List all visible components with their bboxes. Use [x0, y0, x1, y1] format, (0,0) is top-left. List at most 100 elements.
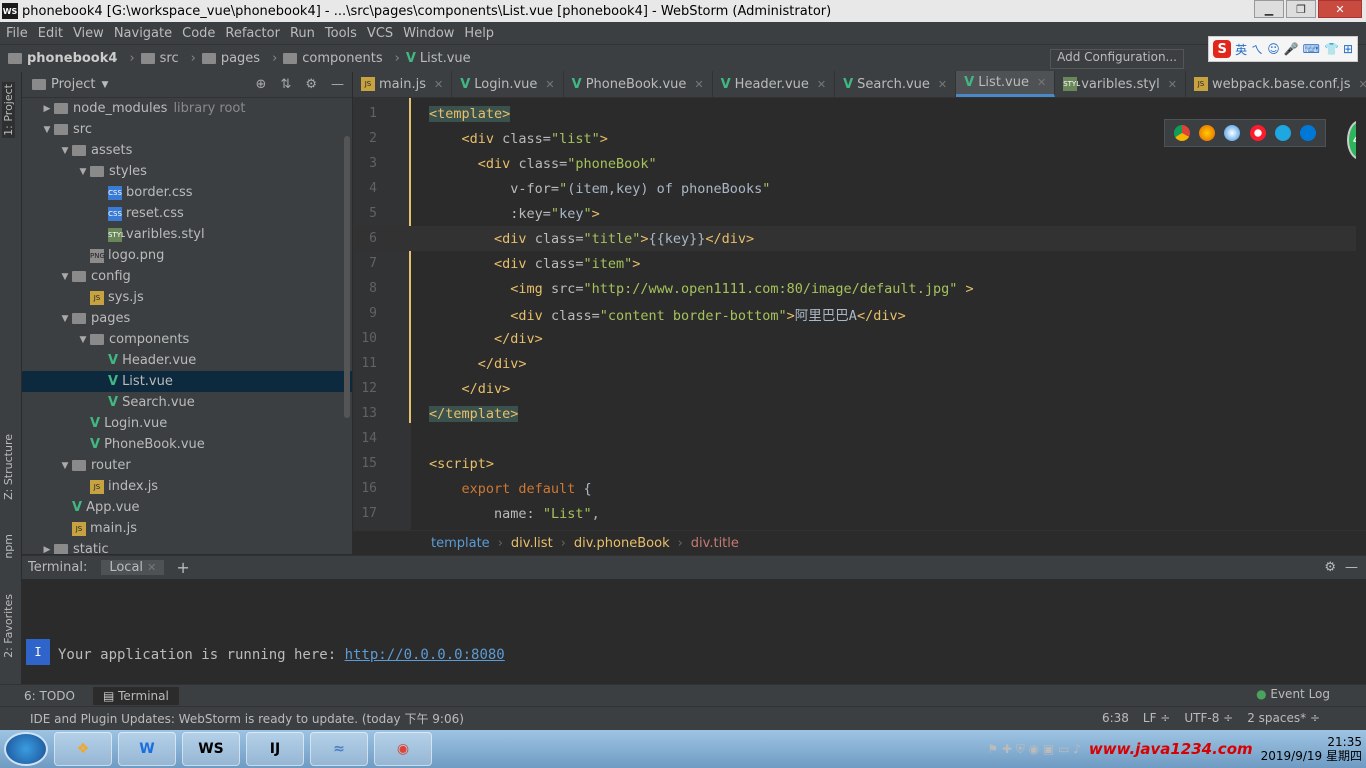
menu-item-window[interactable]: Window — [403, 26, 454, 41]
code-line[interactable]: 12 </div> — [353, 376, 1366, 401]
code-line[interactable]: 7 <div class="item"> — [353, 251, 1366, 276]
editor-tab[interactable]: V Login.vue ✕ — [452, 71, 564, 97]
crumb-div-list[interactable]: div.list — [511, 536, 553, 551]
locate-icon[interactable]: ⊕ — [256, 77, 267, 92]
punctuation-icon[interactable]: ㄟ — [1251, 41, 1263, 58]
start-button[interactable] — [4, 732, 48, 766]
taskbar-app-chrome[interactable]: ◉ — [374, 732, 432, 766]
line-separator[interactable]: LF ÷ — [1143, 711, 1170, 725]
crumb-div-phonebook[interactable]: div.phoneBook — [574, 536, 670, 551]
tree-item[interactable]: V Login.vue — [22, 413, 352, 434]
tree-item[interactable]: ▼ src — [22, 119, 352, 140]
editor-tab[interactable]: JS webpack.base.conf.js ✕ — [1186, 71, 1366, 97]
hide-icon[interactable]: — — [331, 77, 344, 92]
event-log-button[interactable]: ● Event Log — [1256, 687, 1330, 701]
code-line[interactable]: 4 v-for="(item,key) of phoneBooks" — [353, 176, 1366, 201]
clock[interactable]: 21:35 2019/9/19 星期四 — [1261, 735, 1362, 763]
edge-icon[interactable] — [1300, 125, 1317, 141]
gear-icon[interactable]: ⚙ — [1324, 560, 1336, 575]
code-line[interactable]: 11 </div> — [353, 351, 1366, 376]
todo-tab[interactable]: 6: TODO — [24, 689, 75, 703]
chevron-down-icon[interactable]: ▼ — [40, 125, 54, 135]
tray-icons[interactable]: ⚑ ✚ ⛨ ◉ ▣ ▭ ♪ — [987, 742, 1081, 757]
shirt-icon[interactable]: 👕 — [1324, 42, 1339, 56]
menu-item-help[interactable]: Help — [464, 26, 494, 41]
breadcrumb-project[interactable]: phonebook4 — [8, 51, 117, 66]
terminal-local-tab[interactable]: Local ✕ — [101, 560, 165, 575]
maximize-button[interactable]: ❐ — [1286, 0, 1316, 18]
tree-item[interactable]: ▼ assets — [22, 140, 352, 161]
close-icon[interactable]: ✕ — [1037, 76, 1046, 89]
close-icon[interactable]: ✕ — [817, 78, 826, 91]
tree-item[interactable]: JS index.js — [22, 476, 352, 497]
editor-tab[interactable]: V Header.vue ✕ — [713, 71, 836, 97]
tree-item[interactable]: ▼ router — [22, 455, 352, 476]
code-line[interactable]: 5 :key="key"> — [353, 201, 1366, 226]
close-icon[interactable]: ✕ — [545, 78, 554, 91]
status-message[interactable]: IDE and Plugin Updates: WebStorm is read… — [30, 710, 464, 727]
safari-icon[interactable] — [1224, 125, 1241, 141]
code-line[interactable]: 6 <div class="title">{{key}}</div> — [353, 226, 1366, 251]
tree-item[interactable]: V List.vue — [22, 371, 352, 392]
editor-tab[interactable]: V PhoneBook.vue ✕ — [564, 71, 713, 97]
crumb-template[interactable]: template — [431, 536, 490, 551]
menu-item-navigate[interactable]: Navigate — [114, 26, 172, 41]
tree-item[interactable]: STYL varibles.styl — [22, 224, 352, 245]
opera-icon[interactable] — [1249, 125, 1266, 141]
menu-item-tools[interactable]: Tools — [325, 26, 357, 41]
breadcrumb-components[interactable]: components — [283, 51, 383, 66]
indent-setting[interactable]: 2 spaces* ÷ — [1247, 711, 1320, 725]
terminal-output[interactable]: I Your application is running here: http… — [22, 579, 1356, 684]
emoji-icon[interactable]: ☺ — [1267, 42, 1280, 56]
microphone-icon[interactable]: 🎤 — [1284, 42, 1299, 56]
taskbar-app-photos[interactable]: ❖ — [54, 732, 112, 766]
taskbar-app-dolphin[interactable]: ≈ — [310, 732, 368, 766]
chevron-down-icon[interactable]: ▼ — [58, 272, 72, 282]
code-line[interactable]: 16 export default { — [353, 476, 1366, 501]
chevron-right-icon[interactable]: ▶ — [40, 104, 54, 114]
code-line[interactable]: 10 </div> — [353, 326, 1366, 351]
tree-item[interactable]: V Header.vue — [22, 350, 352, 371]
gear-icon[interactable]: ⚙ — [305, 77, 317, 92]
tree-item[interactable]: CSS reset.css — [22, 203, 352, 224]
tree-item[interactable]: ▶ static — [22, 539, 352, 554]
chevron-down-icon[interactable]: ▼ — [76, 335, 90, 345]
tree-item[interactable]: CSS border.css — [22, 182, 352, 203]
menu-item-vcs[interactable]: VCS — [367, 26, 393, 41]
project-tool-tab[interactable]: 1: Project — [2, 82, 15, 138]
project-panel-title[interactable]: Project — [51, 77, 95, 92]
editor-tab[interactable]: STYL varibles.styl ✕ — [1055, 71, 1186, 97]
tree-item[interactable]: JS sys.js — [22, 287, 352, 308]
editor-tab[interactable]: JS main.js ✕ — [353, 71, 453, 97]
tree-item[interactable]: ▼ config — [22, 266, 352, 287]
terminal-tab[interactable]: ▤ Terminal — [92, 686, 179, 705]
menu-item-code[interactable]: Code — [182, 26, 215, 41]
breadcrumb-pages[interactable]: pages — [201, 51, 260, 66]
tree-item[interactable]: PNG logo.png — [22, 245, 352, 266]
close-icon[interactable]: ✕ — [694, 78, 703, 91]
taskbar-app-webstorm[interactable]: WS — [182, 732, 240, 766]
tree-item[interactable]: ▼ components — [22, 329, 352, 350]
tree-item[interactable]: V PhoneBook.vue — [22, 434, 352, 455]
chevron-right-icon[interactable]: ▶ — [40, 545, 54, 555]
chevron-down-icon[interactable]: ▼ — [101, 80, 108, 90]
menu-item-edit[interactable]: Edit — [38, 26, 63, 41]
grid-menu-icon[interactable]: ⊞ — [1343, 42, 1353, 56]
close-icon[interactable]: ✕ — [1168, 78, 1177, 91]
tree-item[interactable]: ▶ node_modules library root — [22, 98, 352, 119]
firefox-icon[interactable] — [1198, 125, 1215, 141]
breadcrumb-file[interactable]: V List.vue — [406, 51, 471, 66]
editor-tab[interactable]: V List.vue ✕ — [956, 71, 1056, 97]
code-line[interactable]: 17 name: "List", — [353, 501, 1366, 526]
editor-scrollbar[interactable] — [1356, 98, 1366, 530]
editor-tab[interactable]: V Search.vue ✕ — [835, 71, 957, 97]
code-line[interactable]: 3 <div class="phoneBook" — [353, 151, 1366, 176]
tree-item[interactable]: ▼ styles — [22, 161, 352, 182]
crumb-div-title[interactable]: div.title — [691, 536, 739, 551]
menu-item-view[interactable]: View — [73, 26, 104, 41]
code-editor[interactable]: 1 <template> 2 <div class="list"> 3 <div cl… — [353, 98, 1366, 530]
minimize-button[interactable]: ▁ — [1254, 0, 1284, 18]
close-icon[interactable]: ✕ — [1359, 78, 1366, 91]
chevron-down-icon[interactable]: ▼ — [76, 167, 90, 177]
ime-toolbar[interactable]: S 英 ㄟ ☺ 🎤 ⌨ 👕 ⊞ — [1208, 36, 1358, 62]
